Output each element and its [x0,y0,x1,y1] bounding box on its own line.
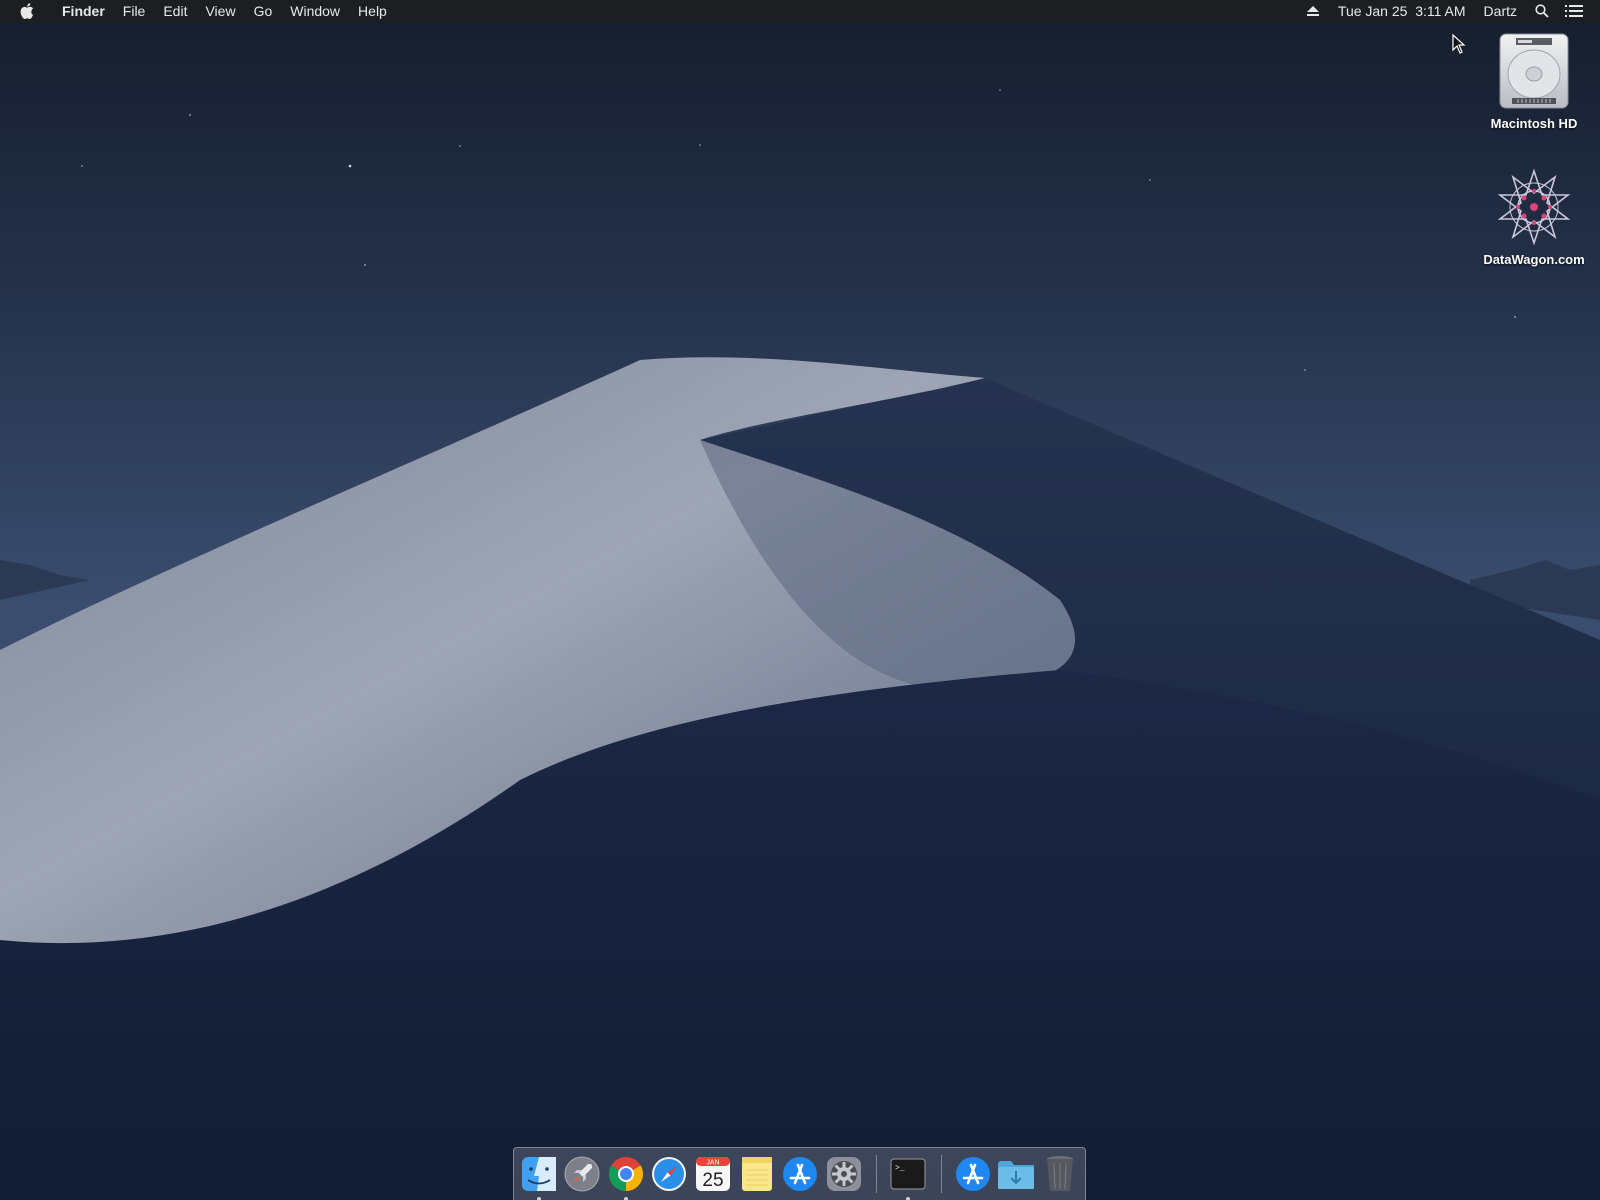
app-store-icon [783,1157,818,1191]
eject-icon[interactable] [1297,0,1329,22]
calendar-icon: JAN 25 [695,1157,730,1191]
dock-terminal[interactable]: >_ [889,1155,927,1200]
dock: JAN 25 >_ [513,1147,1086,1200]
finder-icon [521,1157,556,1191]
menu-bar: Finder File Edit View Go Window Help Tue… [0,0,1600,22]
network-star-icon [1497,168,1571,246]
dock-separator [876,1155,878,1193]
menubar-clock[interactable]: Tue Jan 25 3:11 AM [1329,0,1475,22]
wallpaper [0,0,1600,1200]
menu-app-finder[interactable]: Finder [53,0,114,22]
dock-safari[interactable] [651,1155,689,1193]
list-icon[interactable] [1558,0,1590,22]
menubar-user[interactable]: Dartz [1475,0,1526,22]
gear-icon [826,1157,861,1191]
menu-view[interactable]: View [196,0,244,22]
apple-logo-icon[interactable] [19,0,35,22]
chrome-icon [608,1157,643,1191]
rocket-icon [564,1156,600,1192]
menu-file[interactable]: File [114,0,155,22]
dock-trash[interactable] [1041,1155,1079,1193]
dock-separator [940,1155,942,1193]
dock-google-chrome[interactable] [607,1155,645,1200]
dock-notes[interactable] [738,1155,776,1193]
desktop: Finder File Edit View Go Window Help Tue… [0,0,1600,1200]
trash-icon [1047,1156,1074,1191]
hard-drive-icon [1499,33,1569,109]
dock-launchpad[interactable] [564,1155,602,1193]
desktop-icon-datawagon[interactable]: DataWagon.com [1469,168,1599,267]
desktop-icon-label: Macintosh HD [1490,116,1578,131]
dock-system-preferences[interactable] [825,1155,863,1193]
terminal-prompt: >_ [895,1164,905,1173]
search-icon[interactable] [1526,0,1558,22]
terminal-icon: >_ [890,1158,926,1190]
desktop-icon-label: DataWagon.com [1483,252,1585,267]
notes-icon [741,1157,772,1191]
dock-applications[interactable] [954,1155,992,1193]
dock-app-store[interactable] [781,1155,819,1193]
folder-icon [998,1161,1035,1189]
menu-edit[interactable]: Edit [154,0,196,22]
menu-help[interactable]: Help [349,0,396,22]
calendar-month: JAN [706,1160,719,1167]
compass-icon [652,1157,687,1191]
app-store-icon [955,1157,990,1191]
calendar-day: 25 [702,1170,723,1191]
dock-finder[interactable] [520,1155,558,1200]
desktop-icon-macintosh-hd[interactable]: Macintosh HD [1469,32,1599,131]
menu-go[interactable]: Go [245,0,282,22]
dock-downloads[interactable] [997,1155,1035,1193]
dock-calendar[interactable]: JAN 25 [694,1155,732,1193]
menu-window[interactable]: Window [281,0,349,22]
mouse-cursor-icon [1452,34,1466,54]
